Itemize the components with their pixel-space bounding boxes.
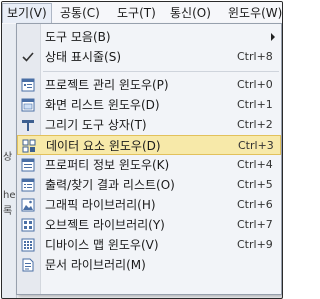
menu-item-screen-list[interactable]: 화면 리스트 윈도우(D) Ctrl+1	[17, 95, 281, 115]
menu-item-device-map-window[interactable]: 디바이스 맵 윈도우(V) Ctrl+9	[17, 235, 281, 255]
menu-item-shortcut: Ctrl+6	[237, 198, 273, 211]
menu-item-label: 프로젝트 관리 윈도우(P)	[45, 78, 169, 92]
menu-view[interactable]: 보기(V)	[2, 3, 52, 23]
menu-item-label: 그래픽 라이브러리(H)	[45, 198, 156, 212]
menu-item-shortcut: Ctrl+8	[237, 50, 273, 63]
menu-tools[interactable]: 도구(T)	[113, 4, 160, 22]
drawing-tool-icon	[21, 118, 35, 132]
output-list-icon	[21, 178, 35, 192]
background-text: 상	[3, 152, 13, 163]
menu-bar: 보기(V) 공통(C) 도구(T) 통신(O) 윈도우(W)	[2, 2, 282, 25]
menu-common[interactable]: 공통(C)	[56, 4, 104, 22]
menu-item-shortcut: Ctrl+5	[237, 178, 273, 191]
menu-item-toolbars[interactable]: 도구 모음(B)	[17, 27, 281, 47]
menu-item-label: 프로퍼티 정보 윈도우(K)	[45, 158, 170, 172]
menu-item-label: 오브젝트 라이브러리(Y)	[45, 218, 165, 232]
menu-item-label: 데이터 요소 윈도우(D)	[46, 139, 161, 153]
menu-item-shortcut: Ctrl+7	[237, 218, 273, 231]
check-icon	[21, 50, 35, 64]
window-frame: 보기(V) 공통(C) 도구(T) 통신(O) 윈도우(W) 상 he 록 도구…	[1, 1, 283, 299]
object-library-icon	[21, 218, 35, 232]
menu-item-label: 도구 모음(B)	[45, 30, 111, 44]
menu-item-project-window[interactable]: 프로젝트 관리 윈도우(P) Ctrl+0	[17, 75, 281, 95]
menu-item-label: 출력/찾기 결과 리스트(O)	[45, 178, 175, 192]
menu-item-label: 그리기 도구 상자(T)	[45, 118, 147, 132]
menu-item-data-element-window[interactable]: 데이터 요소 윈도우(D) Ctrl+3	[17, 135, 281, 155]
background-panel-strip: 상 he 록	[2, 24, 17, 298]
menu-separator	[43, 71, 279, 72]
background-text: he	[3, 190, 16, 201]
menu-communication[interactable]: 통신(O)	[166, 4, 215, 22]
background-text: 록	[3, 206, 13, 217]
folder-icon	[21, 78, 35, 92]
menu-item-property-window[interactable]: 프로퍼티 정보 윈도우(K) Ctrl+4	[17, 155, 281, 175]
graphic-library-icon	[21, 198, 35, 212]
menu-item-shortcut: Ctrl+2	[237, 118, 273, 131]
menu-item-shortcut: Ctrl+3	[238, 139, 274, 152]
menu-item-label: 화면 리스트 윈도우(D)	[45, 98, 160, 112]
menu-item-shortcut: Ctrl+4	[237, 158, 273, 171]
menu-item-status-bar[interactable]: 상태 표시줄(S) Ctrl+8	[17, 47, 281, 67]
menu-item-shortcut: Ctrl+1	[237, 98, 273, 111]
property-icon	[21, 158, 35, 172]
document-library-icon	[21, 258, 35, 272]
submenu-arrow-icon	[271, 33, 275, 41]
data-element-icon	[22, 139, 36, 153]
menu-item-output-list[interactable]: 출력/찾기 결과 리스트(O) Ctrl+5	[17, 175, 281, 195]
menu-item-shortcut: Ctrl+9	[237, 238, 273, 251]
menu-item-drawing-toolbox[interactable]: 그리기 도구 상자(T) Ctrl+2	[17, 115, 281, 135]
menu-item-label: 디바이스 맵 윈도우(V)	[45, 238, 159, 252]
menu-window[interactable]: 윈도우(W)	[224, 4, 282, 22]
menu-item-graphic-library[interactable]: 그래픽 라이브러리(H) Ctrl+6	[17, 195, 281, 215]
menu-item-document-library[interactable]: 문서 라이브러리(M)	[17, 255, 281, 275]
device-map-icon	[21, 238, 35, 252]
menu-item-label: 문서 라이브러리(M)	[45, 258, 146, 272]
menu-item-label: 상태 표시줄(S)	[45, 50, 121, 64]
menu-item-object-library[interactable]: 오브젝트 라이브러리(Y) Ctrl+7	[17, 215, 281, 235]
menu-item-shortcut: Ctrl+0	[237, 78, 273, 91]
view-dropdown-menu: 도구 모음(B) 상태 표시줄(S) Ctrl+8 프로젝트 관리 윈도우(P)…	[16, 23, 282, 295]
screen-list-icon	[21, 98, 35, 112]
